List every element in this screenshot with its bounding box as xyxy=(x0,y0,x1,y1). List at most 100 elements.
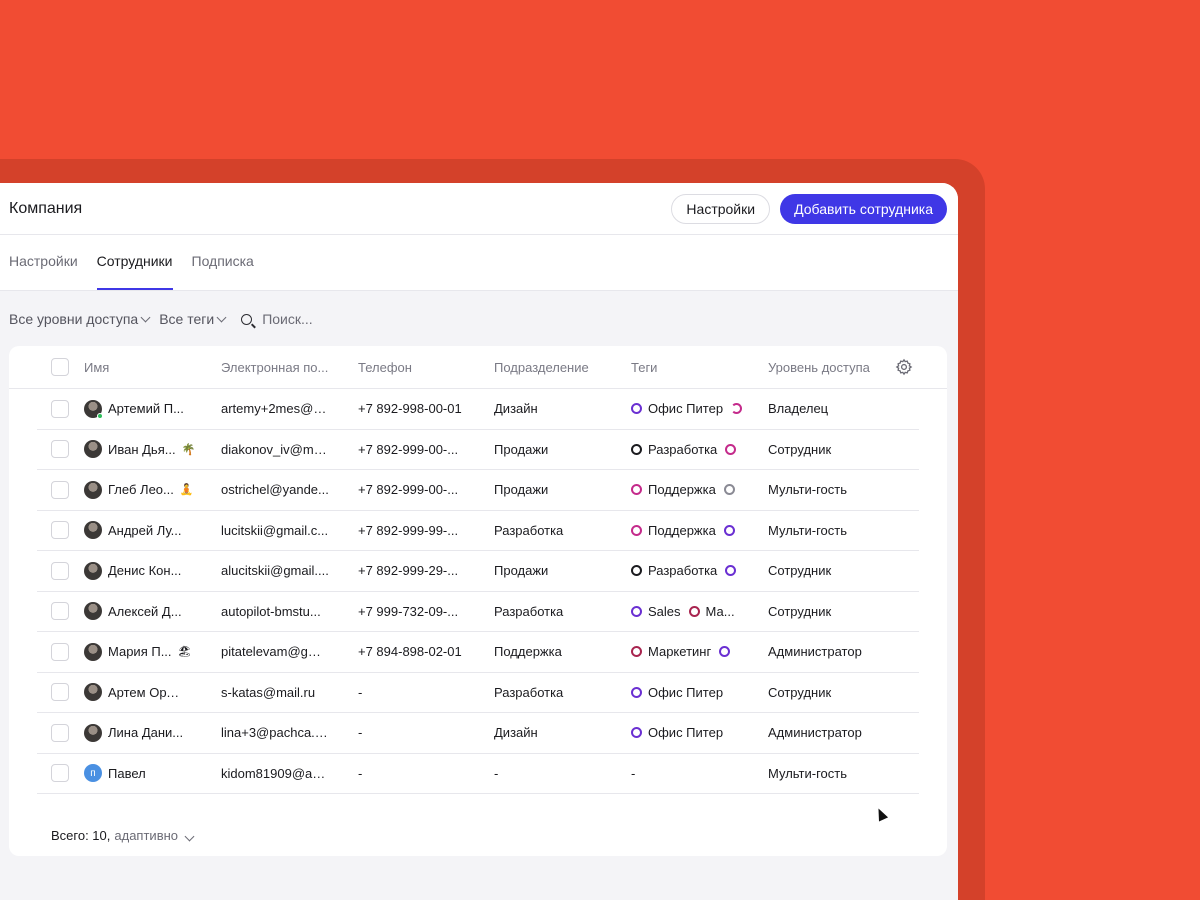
access-level-cell[interactable]: Мульти-гость xyxy=(768,523,888,538)
access-level-cell[interactable]: Администратор xyxy=(768,725,888,740)
table-row[interactable]: п Павел kidom81909@avi... - - - Мульти-г… xyxy=(37,754,919,794)
tag-chip[interactable]: Офис Питер xyxy=(631,725,723,740)
employee-name-cell[interactable]: п Павел xyxy=(84,764,214,783)
tag-chip[interactable] xyxy=(723,484,741,496)
access-level-cell[interactable]: Сотрудник xyxy=(768,563,888,578)
tags-filter-label: Все теги xyxy=(159,311,215,327)
employee-name-cell[interactable]: Денис Кон... xyxy=(84,561,214,580)
table-header: Имя Электронная по... Телефон Подразделе… xyxy=(9,346,947,389)
search-icon xyxy=(241,313,253,325)
row-checkbox[interactable] xyxy=(51,440,69,459)
employee-name-cell[interactable]: Андрей Лу... xyxy=(84,521,214,540)
tags-cell: Маркетинг xyxy=(631,644,756,659)
search-box xyxy=(241,311,383,327)
tag-dot-icon xyxy=(631,727,642,739)
email-cell: artemy+2mes@p... xyxy=(221,401,329,417)
tags-empty: - xyxy=(631,765,636,781)
employee-name-cell[interactable]: Алексей Д... xyxy=(84,602,214,621)
employee-name-cell[interactable]: Иван Дья... 🌴 xyxy=(84,440,214,459)
tags-filter-dropdown[interactable]: Все теги xyxy=(159,311,227,327)
tag-chip[interactable] xyxy=(719,646,736,658)
tag-dot-icon xyxy=(725,443,737,455)
access-level-cell[interactable]: Администратор xyxy=(768,644,888,659)
access-filter-dropdown[interactable]: Все уровни доступа xyxy=(9,311,151,327)
department-cell: Дизайн xyxy=(494,401,538,417)
tag-chip[interactable]: Офис Питер xyxy=(631,685,723,700)
access-level-cell[interactable]: Сотрудник xyxy=(768,685,888,700)
employee-name-cell[interactable]: Артем Орлов xyxy=(84,683,214,702)
tag-label: Разработка xyxy=(648,441,718,457)
email-cell: pitatelevam@gm... xyxy=(221,644,329,660)
tag-chip[interactable] xyxy=(725,565,742,577)
table-row[interactable]: Глеб Лео... 🧘 ostrichel@yande... +7 892-… xyxy=(37,470,919,511)
row-checkbox[interactable] xyxy=(51,764,69,783)
tag-chip[interactable]: Поддержка xyxy=(631,482,716,497)
tab-subscription[interactable]: Подписка xyxy=(192,253,254,290)
tag-chip[interactable] xyxy=(725,443,742,455)
tab-employees[interactable]: Сотрудники xyxy=(96,253,173,290)
employee-name-cell[interactable]: Глеб Лео... 🧘 xyxy=(84,480,214,499)
table-row[interactable]: Лина Дани... lina+3@pachca.c... - Дизайн… xyxy=(37,713,919,754)
column-header-tags[interactable]: Теги xyxy=(631,360,756,375)
column-header-name[interactable]: Имя xyxy=(84,360,204,375)
avatar xyxy=(84,399,103,418)
column-header-email[interactable]: Электронная по... xyxy=(221,360,341,375)
row-checkbox[interactable] xyxy=(51,561,69,580)
table-footer: Всего: 10, адаптивно xyxy=(51,828,195,843)
column-header-department[interactable]: Подразделение xyxy=(494,360,614,375)
tag-chip[interactable]: Ма... xyxy=(688,604,735,619)
table-row[interactable]: Андрей Лу... lucitskii@gmail.c... +7 892… xyxy=(37,511,919,551)
tag-chip[interactable]: Маркетинг xyxy=(631,644,711,659)
page-size-dropdown[interactable]: адаптивно xyxy=(114,828,195,843)
tags-cell: - xyxy=(631,766,756,781)
email-cell: lina+3@pachca.c... xyxy=(221,725,329,741)
tag-chip[interactable]: Разработка xyxy=(631,442,717,457)
gear-icon[interactable] xyxy=(895,358,913,376)
phone-cell: +7 892-999-00-... xyxy=(358,482,459,498)
row-checkbox[interactable] xyxy=(51,399,69,418)
table-row[interactable]: Иван Дья... 🌴 diakonov_iv@mai... +7 892-… xyxy=(37,430,919,470)
row-checkbox[interactable] xyxy=(51,521,69,540)
tag-dot-icon xyxy=(631,403,642,415)
employee-name: Артем Орлов xyxy=(108,684,184,700)
employee-name-cell[interactable]: Артемий П... xyxy=(84,399,214,418)
table-row[interactable]: Алексей Д... autopilot-bmstu... +7 999-7… xyxy=(37,592,919,632)
employee-name: Глеб Лео... xyxy=(108,482,174,498)
tag-chip[interactable] xyxy=(731,403,748,415)
tag-chip[interactable]: Разработка xyxy=(631,563,717,578)
row-checkbox[interactable] xyxy=(51,480,69,499)
employee-name: Иван Дья... xyxy=(108,441,176,457)
employee-name-cell[interactable]: Мария П... 🏖 xyxy=(84,642,214,661)
tag-chip[interactable] xyxy=(723,524,741,536)
employee-name: Артемий П... xyxy=(108,401,184,417)
tags-cell: Офис Питер xyxy=(631,685,756,700)
column-header-access-level[interactable]: Уровень доступа xyxy=(768,360,888,375)
settings-button[interactable]: Настройки xyxy=(671,193,771,224)
table-row[interactable]: Артемий П... artemy+2mes@p... +7 892-998… xyxy=(37,389,919,430)
tag-chip[interactable]: Офис Питер xyxy=(631,401,723,416)
row-checkbox[interactable] xyxy=(51,723,69,742)
column-header-phone[interactable]: Телефон xyxy=(358,360,478,375)
add-employee-button[interactable]: Добавить сотрудника xyxy=(780,193,947,224)
access-level-cell[interactable]: Сотрудник xyxy=(768,442,888,457)
search-input[interactable] xyxy=(262,311,383,327)
status-emoji-icon: 🏖 xyxy=(177,646,192,659)
tag-chip[interactable]: Поддержка xyxy=(631,523,716,538)
tab-settings[interactable]: Настройки xyxy=(9,253,78,290)
row-checkbox[interactable] xyxy=(51,683,69,702)
avatar xyxy=(84,561,102,580)
access-level-cell[interactable]: Мульти-гость xyxy=(768,766,888,781)
row-checkbox[interactable] xyxy=(51,642,69,661)
row-checkbox[interactable] xyxy=(51,602,69,621)
select-all-checkbox[interactable] xyxy=(51,358,69,376)
table-row[interactable]: Денис Кон... alucitskii@gmail.... +7 892… xyxy=(37,551,919,592)
table-row[interactable]: Мария П... 🏖 pitatelevam@gm... +7 894-89… xyxy=(37,632,919,673)
access-level-cell[interactable]: Владелец xyxy=(768,401,888,416)
table-row[interactable]: Артем Орлов s-katas@mail.ru - Разработка… xyxy=(37,673,919,713)
phone-cell: +7 894-898-02-01 xyxy=(358,644,462,660)
access-level-cell[interactable]: Мульти-гость xyxy=(768,482,888,497)
access-level-cell[interactable]: Сотрудник xyxy=(768,604,888,619)
employee-name-cell[interactable]: Лина Дани... xyxy=(84,723,214,742)
tag-dot-icon xyxy=(631,484,642,496)
tag-chip[interactable]: Sales xyxy=(631,604,681,619)
